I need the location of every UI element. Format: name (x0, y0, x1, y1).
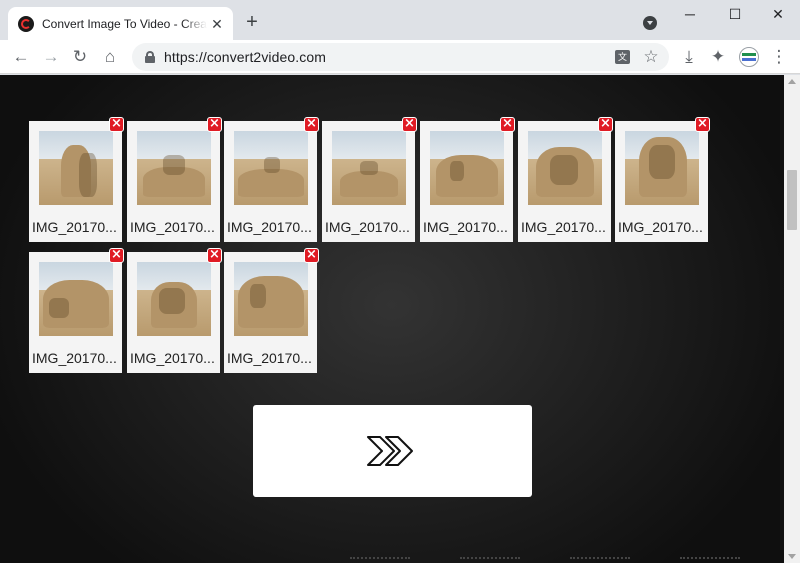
remove-image-close-icon[interactable]: × (598, 117, 613, 132)
window-minimize-button[interactable]: ─ (680, 4, 700, 24)
scroll-down-arrow-icon[interactable] (788, 554, 796, 559)
home-icon[interactable]: ⌂ (99, 46, 121, 68)
image-card[interactable]: IMG_20170... (615, 121, 708, 242)
image-card[interactable]: IMG_20170... (127, 121, 220, 242)
sand-sculpture-tower-image (39, 131, 113, 205)
below-fold-hint (460, 557, 520, 563)
translate-icon[interactable]: 文 (615, 50, 630, 64)
image-filename: IMG_20170... (325, 219, 410, 235)
sand-sculpture-cart-image (39, 262, 113, 336)
remove-image-close-icon[interactable]: × (109, 248, 124, 263)
page-scrollbar[interactable] (784, 75, 800, 563)
remove-image-close-icon[interactable]: × (304, 117, 319, 132)
sand-sculpture-low-image (332, 131, 406, 205)
remove-image-close-icon[interactable]: × (402, 117, 417, 132)
below-fold-hint (350, 557, 410, 563)
sculpture-shadow (79, 153, 97, 197)
window-close-button[interactable]: ✕ (768, 4, 788, 24)
sand-sculpture-kids-image (234, 262, 308, 336)
site-favicon-icon (18, 15, 34, 32)
sand-sculpture-shape (238, 169, 304, 197)
sand-sculpture-figures-image (137, 131, 211, 205)
image-card[interactable]: IMG_20170... (224, 121, 317, 242)
sand-sculpture-shape (238, 276, 304, 328)
sculpture-shadow (159, 288, 185, 314)
url-text[interactable]: https://convert2video.com (164, 49, 326, 65)
image-card[interactable]: IMG_20170... (29, 121, 122, 242)
image-card[interactable]: IMG_20170... (127, 252, 220, 373)
tab-close-icon[interactable]: ✕ (209, 16, 225, 32)
remove-image-close-icon[interactable]: × (207, 248, 222, 263)
window-maximize-button[interactable]: ☐ (725, 4, 745, 24)
sand-sculpture-hill-image (234, 131, 308, 205)
thumb-sky (332, 131, 406, 163)
image-card[interactable]: IMG_20170... (420, 121, 513, 242)
remove-image-close-icon[interactable]: × (207, 117, 222, 132)
browser-tab[interactable]: Convert Image To Video - Create ✕ (8, 7, 233, 40)
extension-avatar-icon[interactable] (739, 47, 759, 67)
page-content: IMG_20170... × IMG_20170... × IMG_20170... × I… (0, 75, 784, 563)
new-tab-button[interactable]: + (242, 12, 262, 32)
remove-image-close-icon[interactable]: × (109, 117, 124, 132)
sand-sculpture-shape (436, 155, 498, 197)
image-filename: IMG_20170... (227, 350, 312, 366)
next-step-button[interactable] (253, 405, 532, 497)
browser-tab-strip: Convert Image To Video - Create ✕ + ─ ☐ … (0, 0, 800, 40)
below-fold-hint (680, 557, 740, 563)
sculpture-shadow (360, 161, 378, 175)
image-filename: IMG_20170... (521, 219, 606, 235)
sculpture-shadow (250, 284, 266, 308)
image-filename: IMG_20170... (32, 219, 117, 235)
tab-search-icon[interactable] (643, 16, 657, 30)
download-icon[interactable]: ⤓ (678, 46, 700, 68)
sand-sculpture-round-image (528, 131, 602, 205)
lock-icon[interactable] (144, 51, 156, 63)
remove-image-close-icon[interactable]: × (500, 117, 515, 132)
browser-toolbar: ← → ↻ ⌂ https://convert2video.com 文 ☆ ⤓ … (0, 40, 800, 74)
sand-sculpture-scene-image (430, 131, 504, 205)
image-card[interactable]: IMG_20170... (224, 252, 317, 373)
tab-title: Convert Image To Video - Create (42, 16, 207, 31)
sand-sculpture-face-image (137, 262, 211, 336)
sculpture-shadow (550, 155, 578, 185)
address-bar[interactable]: https://convert2video.com 文 ☆ (132, 43, 669, 71)
sculpture-shadow (163, 155, 185, 175)
image-card[interactable]: IMG_20170... (518, 121, 611, 242)
image-filename: IMG_20170... (423, 219, 508, 235)
image-filename: IMG_20170... (130, 350, 215, 366)
sculpture-shadow (649, 145, 675, 179)
scroll-thumb[interactable] (787, 170, 797, 230)
image-card[interactable]: IMG_20170... (29, 252, 122, 373)
image-filename: IMG_20170... (227, 219, 312, 235)
forward-icon[interactable]: → (40, 46, 62, 68)
remove-image-close-icon[interactable]: × (304, 248, 319, 263)
sculpture-shadow (49, 298, 69, 318)
sand-sculpture-tall-image (625, 131, 699, 205)
image-filename: IMG_20170... (32, 350, 117, 366)
reload-icon[interactable]: ↻ (69, 46, 91, 68)
bookmark-star-icon[interactable]: ☆ (642, 48, 660, 66)
sculpture-shadow (450, 161, 464, 181)
remove-image-close-icon[interactable]: × (695, 117, 710, 132)
sculpture-shadow (264, 157, 280, 173)
scroll-up-arrow-icon[interactable] (788, 79, 796, 84)
image-filename: IMG_20170... (130, 219, 215, 235)
double-chevron-right-icon (367, 436, 413, 466)
below-fold-hint (570, 557, 630, 563)
browser-menu-icon[interactable]: ⋮ (768, 46, 790, 68)
extensions-puzzle-icon[interactable]: ✦ (707, 46, 729, 68)
image-card[interactable]: IMG_20170... (322, 121, 415, 242)
back-icon[interactable]: ← (10, 46, 32, 68)
image-filename: IMG_20170... (618, 219, 703, 235)
